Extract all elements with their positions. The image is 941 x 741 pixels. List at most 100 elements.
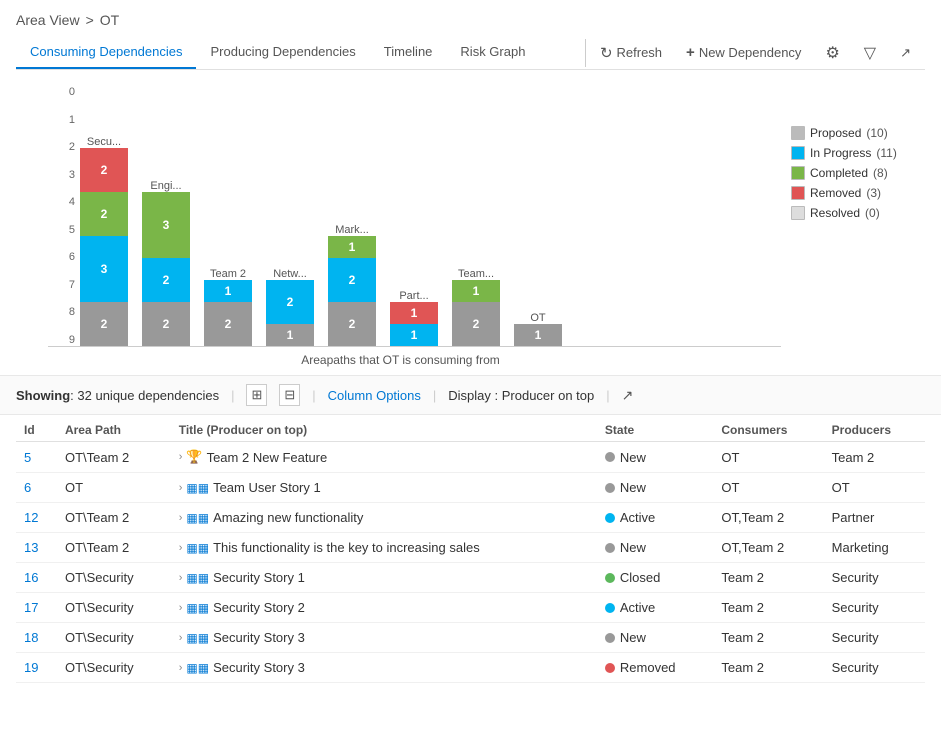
showing-text: Showing bbox=[16, 388, 70, 403]
bar-segment: 1 bbox=[390, 324, 438, 346]
bar-x-label: OT bbox=[530, 312, 545, 324]
title-text: Security Story 2 bbox=[213, 600, 305, 615]
expand-chevron[interactable]: › bbox=[179, 602, 183, 614]
tab-timeline[interactable]: Timeline bbox=[370, 36, 447, 69]
bar-x-label: Team 2 bbox=[210, 268, 246, 280]
bar-group[interactable]: 12Netw... bbox=[264, 264, 316, 346]
cell-id: 12 bbox=[16, 503, 57, 533]
tab-producing[interactable]: Producing Dependencies bbox=[196, 36, 369, 69]
id-link[interactable]: 17 bbox=[24, 600, 38, 615]
cell-area-path: OT\Security bbox=[57, 563, 171, 593]
bar-group[interactable]: 21Team 2 bbox=[202, 264, 254, 346]
bar-segment: 3 bbox=[142, 192, 190, 258]
id-link[interactable]: 18 bbox=[24, 630, 38, 645]
filter-icon[interactable]: ▽ bbox=[858, 39, 882, 67]
cell-consumers: Team 2 bbox=[713, 563, 823, 593]
dependencies-table: Id Area Path Title (Producer on top) Sta… bbox=[16, 415, 925, 683]
bar-group[interactable]: 11Part... bbox=[388, 286, 440, 346]
id-link[interactable]: 13 bbox=[24, 540, 38, 555]
title-text: Team 2 New Feature bbox=[207, 450, 328, 465]
story-icon: ▦▦ bbox=[186, 541, 209, 555]
expand-rows-button[interactable]: ⊞ bbox=[246, 384, 267, 406]
id-link[interactable]: 16 bbox=[24, 570, 38, 585]
col-header-title: Title (Producer on top) bbox=[171, 415, 597, 442]
bars-area: 2322Secu...223Engi...21Team 212Netw...22… bbox=[78, 86, 781, 346]
expand-chevron[interactable]: › bbox=[179, 662, 183, 674]
column-options-button[interactable]: Column Options bbox=[328, 388, 421, 403]
bar-segment: 2 bbox=[204, 302, 252, 346]
x-axis-line bbox=[48, 346, 781, 347]
refresh-button[interactable]: ↻ Refresh bbox=[594, 40, 668, 66]
cell-state: New bbox=[597, 473, 713, 503]
cell-title: › ▦▦ Team User Story 1 bbox=[171, 473, 597, 503]
cell-area-path: OT\Team 2 bbox=[57, 503, 171, 533]
expand-icon[interactable]: ↗ bbox=[894, 41, 917, 65]
col-header-state: State bbox=[597, 415, 713, 442]
story-icon: ▦▦ bbox=[186, 511, 209, 525]
header: Area View > OT Consuming Dependencies Pr… bbox=[0, 0, 941, 70]
bar-group[interactable]: 21Team... bbox=[450, 264, 502, 346]
title-text: Team User Story 1 bbox=[213, 480, 321, 495]
table-row: 18 OT\Security › ▦▦ Security Story 3 New… bbox=[16, 623, 925, 653]
col-header-id: Id bbox=[16, 415, 57, 442]
expand-chevron[interactable]: › bbox=[179, 512, 183, 524]
breadcrumb-separator: > bbox=[86, 12, 94, 28]
chart-section: 9 8 7 6 5 4 3 2 1 0 2322Secu...223Engi..… bbox=[0, 70, 941, 375]
y-label-7: 7 bbox=[50, 279, 75, 291]
bar-group[interactable]: 2322Secu... bbox=[78, 132, 130, 346]
state-dot bbox=[605, 573, 615, 583]
cell-title: › ▦▦ Security Story 1 bbox=[171, 563, 597, 593]
state-text: Active bbox=[620, 510, 655, 525]
breadcrumb-current: OT bbox=[100, 12, 119, 28]
tab-consuming[interactable]: Consuming Dependencies bbox=[16, 36, 196, 69]
cell-producers: Marketing bbox=[824, 533, 925, 563]
legend-count: (8) bbox=[873, 166, 888, 180]
new-dependency-button[interactable]: + New Dependency bbox=[680, 40, 807, 65]
legend-label: Completed bbox=[810, 166, 868, 180]
id-link[interactable]: 6 bbox=[24, 480, 31, 495]
breadcrumb: Area View > OT bbox=[16, 12, 925, 28]
cell-producers: Partner bbox=[824, 503, 925, 533]
cell-id: 5 bbox=[16, 442, 57, 473]
bar-segment: 2 bbox=[80, 192, 128, 236]
state-dot bbox=[605, 633, 615, 643]
bar-segment: 2 bbox=[142, 302, 190, 346]
fullscreen-icon[interactable]: ↗ bbox=[622, 387, 634, 404]
y-label-5: 5 bbox=[50, 224, 75, 236]
id-link[interactable]: 19 bbox=[24, 660, 38, 675]
id-link[interactable]: 5 bbox=[24, 450, 31, 465]
bar-segment: 1 bbox=[514, 324, 562, 346]
expand-chevron[interactable]: › bbox=[179, 451, 183, 463]
bar-group[interactable]: 223Engi... bbox=[140, 176, 192, 346]
story-icon: ▦▦ bbox=[186, 631, 209, 645]
expand-chevron[interactable]: › bbox=[179, 542, 183, 554]
expand-chevron[interactable]: › bbox=[179, 572, 183, 584]
bar-group[interactable]: 221Mark... bbox=[326, 220, 378, 346]
bar-group[interactable]: 1OT bbox=[512, 308, 564, 346]
breadcrumb-parent[interactable]: Area View bbox=[16, 12, 80, 28]
cell-state: New bbox=[597, 442, 713, 473]
y-label-8: 8 bbox=[50, 306, 75, 318]
settings-icon[interactable]: ⚙ bbox=[819, 39, 845, 67]
y-label-4: 4 bbox=[50, 196, 75, 208]
y-label-2: 2 bbox=[50, 141, 75, 153]
legend-swatch bbox=[791, 186, 805, 200]
expand-chevron[interactable]: › bbox=[179, 632, 183, 644]
table-row: 6 OT › ▦▦ Team User Story 1 New OT OT bbox=[16, 473, 925, 503]
table-row: 17 OT\Security › ▦▦ Security Story 2 Act… bbox=[16, 593, 925, 623]
expand-chevron[interactable]: › bbox=[179, 482, 183, 494]
display-label: Display : Producer on top bbox=[448, 388, 594, 403]
legend-label: Removed bbox=[810, 186, 861, 200]
table-row: 16 OT\Security › ▦▦ Security Story 1 Clo… bbox=[16, 563, 925, 593]
cell-id: 16 bbox=[16, 563, 57, 593]
bar-x-label: Netw... bbox=[273, 268, 307, 280]
collapse-rows-button[interactable]: ⊟ bbox=[279, 384, 300, 406]
y-label-9: 9 bbox=[50, 334, 75, 346]
bar-segment: 2 bbox=[328, 302, 376, 346]
cell-consumers: Team 2 bbox=[713, 653, 823, 683]
id-link[interactable]: 12 bbox=[24, 510, 38, 525]
tab-risk[interactable]: Risk Graph bbox=[446, 36, 539, 69]
cell-area-path: OT\Team 2 bbox=[57, 533, 171, 563]
cell-id: 19 bbox=[16, 653, 57, 683]
nav-bar: Consuming Dependencies Producing Depende… bbox=[16, 36, 925, 70]
